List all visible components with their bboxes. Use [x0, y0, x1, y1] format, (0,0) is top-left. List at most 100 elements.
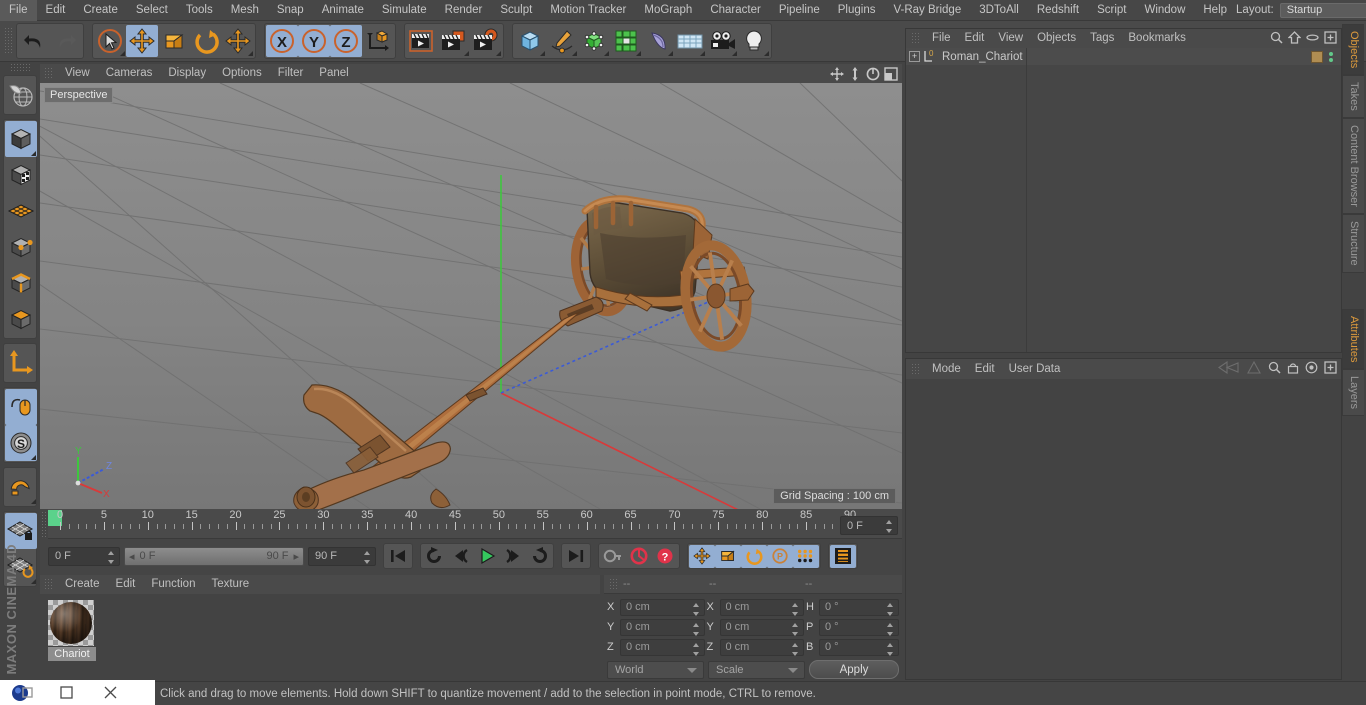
keyframe-selection-button[interactable]: ?: [652, 545, 678, 568]
position-z-field[interactable]: 0 cm: [620, 638, 705, 656]
add-spline-button[interactable]: [546, 25, 578, 57]
size-y-field[interactable]: 0 cm: [719, 618, 804, 636]
visibility-dots-icon[interactable]: [1329, 51, 1333, 62]
add-light-button[interactable]: [738, 25, 770, 57]
render-view-button[interactable]: [406, 25, 438, 57]
render-settings-button[interactable]: [470, 25, 502, 57]
menu-item-render[interactable]: Render: [436, 0, 492, 21]
material-menu-function[interactable]: Function: [143, 575, 203, 594]
object-menu-tags[interactable]: Tags: [1083, 29, 1121, 48]
tab-structure[interactable]: Structure: [1342, 213, 1364, 273]
viewport-menu-cameras[interactable]: Cameras: [98, 64, 161, 83]
material-preview[interactable]: [48, 600, 94, 646]
render-to-picture-viewer-button[interactable]: [438, 25, 470, 57]
search-icon[interactable]: [1268, 361, 1281, 377]
material-tag-icon[interactable]: [1311, 50, 1323, 63]
lock-y-axis[interactable]: Y: [298, 25, 330, 57]
snap-magnet-button[interactable]: [5, 469, 37, 505]
current-frame-field[interactable]: 0 F: [48, 546, 120, 566]
spinner-icon[interactable]: [887, 622, 894, 636]
size-x-field[interactable]: 0 cm: [719, 598, 804, 616]
spinner-icon[interactable]: [692, 602, 700, 616]
tab-objects[interactable]: Objects: [1342, 24, 1364, 76]
material-item[interactable]: Chariot: [48, 600, 96, 661]
object-tree[interactable]: + 0 Roman_Chariot: [906, 48, 1341, 352]
ellipse-icon[interactable]: [1306, 31, 1319, 47]
spinner-icon[interactable]: [887, 642, 894, 656]
viewport-camera-label[interactable]: Perspective: [44, 87, 114, 103]
uv-mesh-mode-button[interactable]: [5, 193, 37, 229]
menu-item-help[interactable]: Help: [1194, 0, 1236, 21]
c4d-app-icon[interactable]: [0, 680, 44, 705]
menu-item-vray-bridge[interactable]: V-Ray Bridge: [884, 0, 970, 21]
move-alt-tool[interactable]: [222, 25, 254, 57]
rotate-view-icon[interactable]: [866, 67, 880, 81]
layout-dropdown[interactable]: Startup: [1279, 2, 1366, 18]
enable-axis-button[interactable]: [5, 389, 37, 425]
play-backwards-loop-button[interactable]: [422, 545, 448, 568]
menu-item-window[interactable]: Window: [1135, 0, 1194, 21]
menu-item-file[interactable]: File: [0, 0, 37, 21]
add-array-button[interactable]: [610, 25, 642, 57]
autokeying-button[interactable]: [626, 545, 652, 568]
range-left-arrow-icon[interactable]: ◂: [129, 550, 135, 563]
close-icon[interactable]: [88, 680, 132, 705]
spinner-icon[interactable]: [887, 602, 894, 616]
scale-tool[interactable]: [158, 25, 190, 57]
spinner-icon[interactable]: [792, 642, 799, 656]
arrow-right-icon[interactable]: [1246, 360, 1262, 377]
menu-item-select[interactable]: Select: [127, 0, 177, 21]
rotation-p-field[interactable]: 0 °: [819, 618, 899, 636]
lock-z-axis[interactable]: Z: [330, 25, 362, 57]
pan-view-icon[interactable]: [830, 66, 844, 81]
left-palette-grip[interactable]: [10, 63, 30, 71]
home-icon[interactable]: [1287, 30, 1302, 47]
arrow-left-icon[interactable]: [1218, 360, 1240, 377]
viewport-menu-filter[interactable]: Filter: [270, 64, 312, 83]
position-x-field[interactable]: 0 cm: [620, 598, 705, 616]
record-active-objects-button[interactable]: [600, 545, 626, 568]
lock-icon[interactable]: [1287, 361, 1299, 377]
plus-box-icon[interactable]: [1324, 361, 1337, 377]
add-camera-button[interactable]: [706, 25, 738, 57]
go-to-end-button[interactable]: [563, 545, 589, 568]
object-menu-edit[interactable]: Edit: [958, 29, 992, 48]
search-icon[interactable]: [1270, 31, 1283, 47]
tab-takes[interactable]: Takes: [1342, 75, 1364, 119]
record-scale-button[interactable]: [715, 544, 741, 568]
rotation-h-field[interactable]: 0 °: [819, 598, 899, 616]
tab-content-browser[interactable]: Content Browser: [1342, 118, 1364, 214]
object-row-roman-chariot[interactable]: + 0 Roman_Chariot: [906, 48, 1341, 65]
attribute-menu-mode[interactable]: Mode: [925, 359, 968, 379]
menu-item-mesh[interactable]: Mesh: [222, 0, 268, 21]
add-deformer-button[interactable]: [642, 25, 674, 57]
make-editable-button[interactable]: [5, 77, 37, 113]
maximize-window-icon[interactable]: [44, 680, 88, 705]
viewport-canvas[interactable]: Perspective Grid Spacing : 100 cm Y X Z: [40, 83, 902, 509]
menu-item-character[interactable]: Character: [701, 0, 770, 21]
menu-item-plugins[interactable]: Plugins: [829, 0, 885, 21]
viewport-grip[interactable]: [44, 67, 53, 80]
toolbar-grip[interactable]: [4, 27, 13, 55]
menu-item-redshift[interactable]: Redshift: [1028, 0, 1088, 21]
object-menu-objects[interactable]: Objects: [1030, 29, 1083, 48]
lock-x-axis[interactable]: X: [266, 25, 298, 57]
material-menu-create[interactable]: Create: [57, 575, 108, 594]
record-rotation-button[interactable]: [741, 544, 767, 568]
menu-item-sculpt[interactable]: Sculpt: [491, 0, 541, 21]
record-parameter-button[interactable]: [793, 544, 819, 568]
spinner-icon[interactable]: [792, 602, 799, 616]
menu-item-tools[interactable]: Tools: [177, 0, 222, 21]
preview-end-field[interactable]: 90 F: [308, 546, 376, 566]
material-menu-edit[interactable]: Edit: [108, 575, 144, 594]
play-forward-loop-button[interactable]: [526, 545, 552, 568]
target-icon[interactable]: [1305, 361, 1318, 377]
undo-button[interactable]: [18, 25, 50, 57]
spinner-icon[interactable]: [108, 550, 115, 564]
play-button[interactable]: [474, 545, 500, 568]
size-mode-dropdown[interactable]: Scale: [708, 660, 805, 679]
attribute-manager-grip[interactable]: [911, 362, 920, 376]
rotate-tool[interactable]: [190, 25, 222, 57]
go-to-start-button[interactable]: [385, 545, 411, 568]
menu-item-pipeline[interactable]: Pipeline: [770, 0, 829, 21]
